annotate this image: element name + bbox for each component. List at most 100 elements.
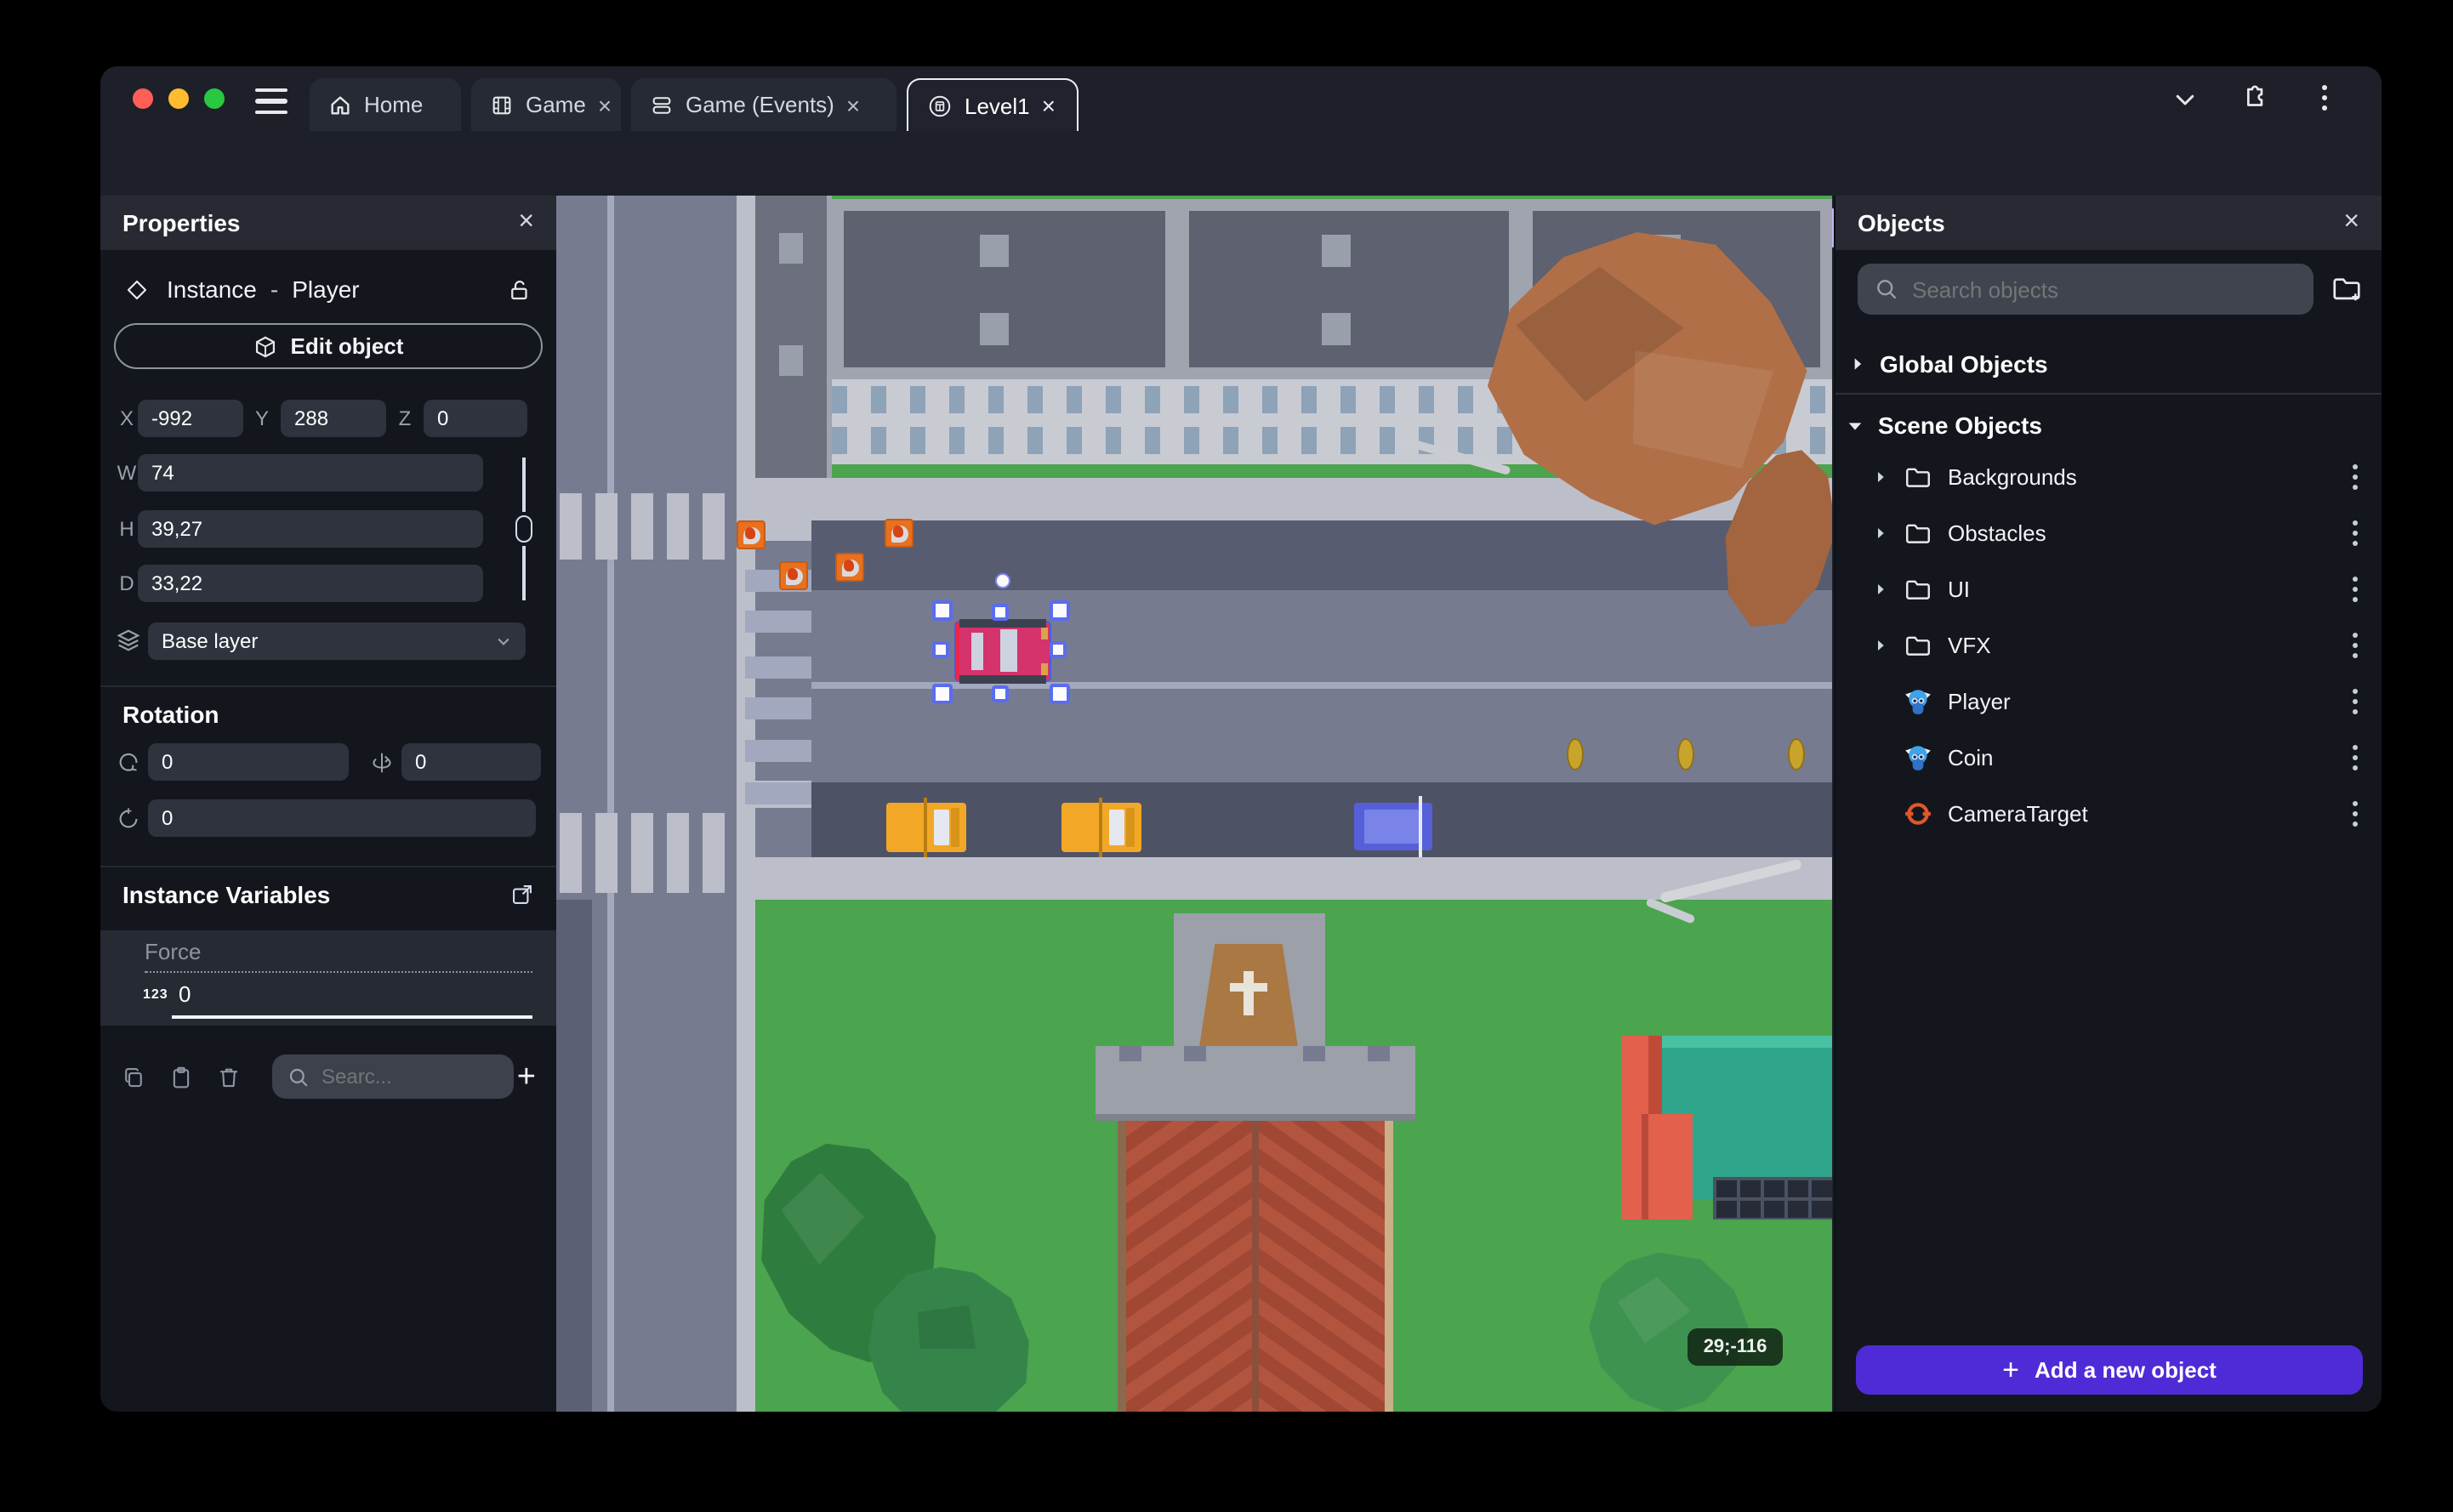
more-options-icon[interactable] — [2322, 95, 2327, 100]
copy-icon[interactable] — [121, 1064, 146, 1089]
close-traffic-button[interactable] — [133, 88, 153, 109]
folder-row-vfx[interactable]: VFX — [1835, 619, 2382, 670]
row-options-icon[interactable] — [2353, 754, 2358, 759]
properties-panel: Properties × Instance - Player Edit obje… — [100, 196, 556, 1412]
row-options-icon[interactable] — [2353, 474, 2358, 479]
toolbar: Preview Share — [100, 131, 2382, 253]
w-field[interactable] — [138, 454, 483, 492]
minimize-traffic-button[interactable] — [168, 88, 189, 109]
teal-building[interactable] — [1621, 1036, 1832, 1219]
extensions-puzzle-icon[interactable] — [2239, 83, 2268, 112]
coin[interactable] — [1677, 738, 1694, 770]
crate[interactable] — [779, 561, 808, 590]
road-lane-line — [607, 196, 614, 1412]
tab-level1[interactable]: Level1 × — [907, 78, 1079, 131]
folder-row-obstacles[interactable]: Obstacles — [1835, 507, 2382, 558]
add-folder-icon[interactable] — [2331, 272, 2363, 304]
scene-canvas[interactable]: 29;-116 — [556, 196, 1832, 1412]
add-variable-button[interactable]: + — [517, 1060, 536, 1093]
coords-row: X Y Z — [100, 400, 556, 437]
tab-close-icon[interactable]: × — [846, 93, 860, 117]
row-options-icon[interactable] — [2353, 586, 2358, 591]
resize-handle[interactable] — [1050, 641, 1067, 658]
folder-row-ui[interactable]: UI — [1835, 563, 2382, 614]
variables-search-input[interactable] — [322, 1065, 492, 1089]
h-field[interactable] — [138, 510, 483, 548]
objects-search-input[interactable] — [1912, 276, 2269, 302]
open-variables-external-icon[interactable] — [510, 883, 534, 907]
group-scene-objects[interactable]: Scene Objects — [1835, 400, 2382, 451]
taxi-car[interactable] — [1061, 798, 1141, 857]
chevron-right-icon — [1854, 358, 1862, 370]
close-properties-icon[interactable]: × — [518, 207, 534, 238]
d-field[interactable] — [138, 565, 483, 602]
tab-close-icon[interactable]: × — [1042, 94, 1056, 117]
coin[interactable] — [1788, 738, 1805, 770]
tab-home[interactable]: Home — [310, 78, 461, 131]
add-new-object-label: Add a new object — [2035, 1357, 2217, 1383]
tab-close-icon[interactable]: × — [598, 93, 612, 117]
close-objects-icon[interactable]: × — [2343, 207, 2359, 238]
brick-building-body[interactable] — [1118, 1121, 1393, 1412]
variable-value[interactable]: 0 — [179, 981, 191, 1007]
tab-game[interactable]: Game × — [471, 78, 621, 131]
z-field[interactable] — [424, 400, 527, 437]
resize-handle[interactable] — [932, 600, 953, 621]
rotation-x-field[interactable] — [148, 743, 349, 781]
section-divider — [100, 866, 556, 867]
rotation-y-field[interactable] — [401, 743, 541, 781]
resize-handle[interactable] — [992, 685, 1009, 702]
resize-handle[interactable] — [992, 604, 1009, 621]
tab-game-events[interactable]: Game (Events) × — [631, 78, 896, 131]
h-label: H — [119, 517, 134, 541]
objects-title: Objects — [1858, 209, 1945, 236]
crate[interactable] — [737, 520, 765, 549]
row-options-icon[interactable] — [2353, 642, 2358, 647]
row-options-icon[interactable] — [2353, 698, 2358, 703]
hamburger-menu-icon[interactable] — [255, 88, 287, 115]
crate[interactable] — [835, 553, 864, 582]
resize-handle[interactable] — [932, 684, 953, 704]
unlock-icon[interactable] — [507, 276, 532, 302]
variables-search[interactable] — [272, 1054, 514, 1099]
object-row-coin[interactable]: Coin — [1835, 731, 2382, 782]
d-label: D — [119, 571, 134, 595]
x-field[interactable] — [138, 400, 243, 437]
coin[interactable] — [1567, 738, 1584, 770]
instance-kind: Instance — [167, 276, 257, 303]
building-tower — [755, 196, 832, 478]
rotation-z-field[interactable] — [148, 799, 536, 837]
crosswalk-stripe — [745, 782, 811, 804]
edit-object-button[interactable]: Edit object — [114, 323, 543, 369]
z-label: Z — [398, 406, 412, 430]
objects-panel: Objects × Global Objects Scene Objects — [1834, 196, 2382, 1412]
delete-variable-icon[interactable] — [216, 1064, 242, 1089]
dimension-link-icon[interactable] — [515, 515, 532, 543]
properties-title: Properties — [122, 209, 241, 236]
paste-icon[interactable] — [168, 1064, 194, 1089]
rotation-handle[interactable] — [995, 573, 1010, 588]
chevron-down-icon[interactable] — [2172, 87, 2198, 112]
row-options-icon[interactable] — [2353, 530, 2358, 535]
row-options-icon[interactable] — [2353, 810, 2358, 816]
taxi-car[interactable] — [886, 798, 966, 857]
folder-row-backgrounds[interactable]: Backgrounds — [1835, 451, 2382, 502]
variable-name[interactable]: Force — [145, 939, 201, 964]
resize-handle[interactable] — [932, 641, 949, 658]
y-field[interactable] — [281, 400, 386, 437]
object-row-player[interactable]: Player — [1835, 675, 2382, 726]
crosswalk-stripe — [560, 493, 582, 560]
blue-car[interactable] — [1354, 796, 1432, 857]
group-global-objects[interactable]: Global Objects — [1835, 338, 2382, 389]
crate[interactable] — [885, 519, 913, 548]
objects-search[interactable] — [1858, 264, 2314, 315]
selected-instance-player-car[interactable] — [954, 619, 1051, 684]
resize-handle[interactable] — [1050, 600, 1070, 621]
resize-handle[interactable] — [1050, 684, 1070, 704]
object-row-cameratarget[interactable]: CameraTarget — [1835, 787, 2382, 838]
layer-select[interactable]: Base layer — [148, 622, 526, 659]
chevron-down-icon — [1848, 422, 1862, 429]
instance-diamond-icon — [127, 279, 147, 299]
zoom-traffic-button[interactable] — [204, 88, 225, 109]
add-new-object-button[interactable]: + Add a new object — [1856, 1345, 2363, 1395]
